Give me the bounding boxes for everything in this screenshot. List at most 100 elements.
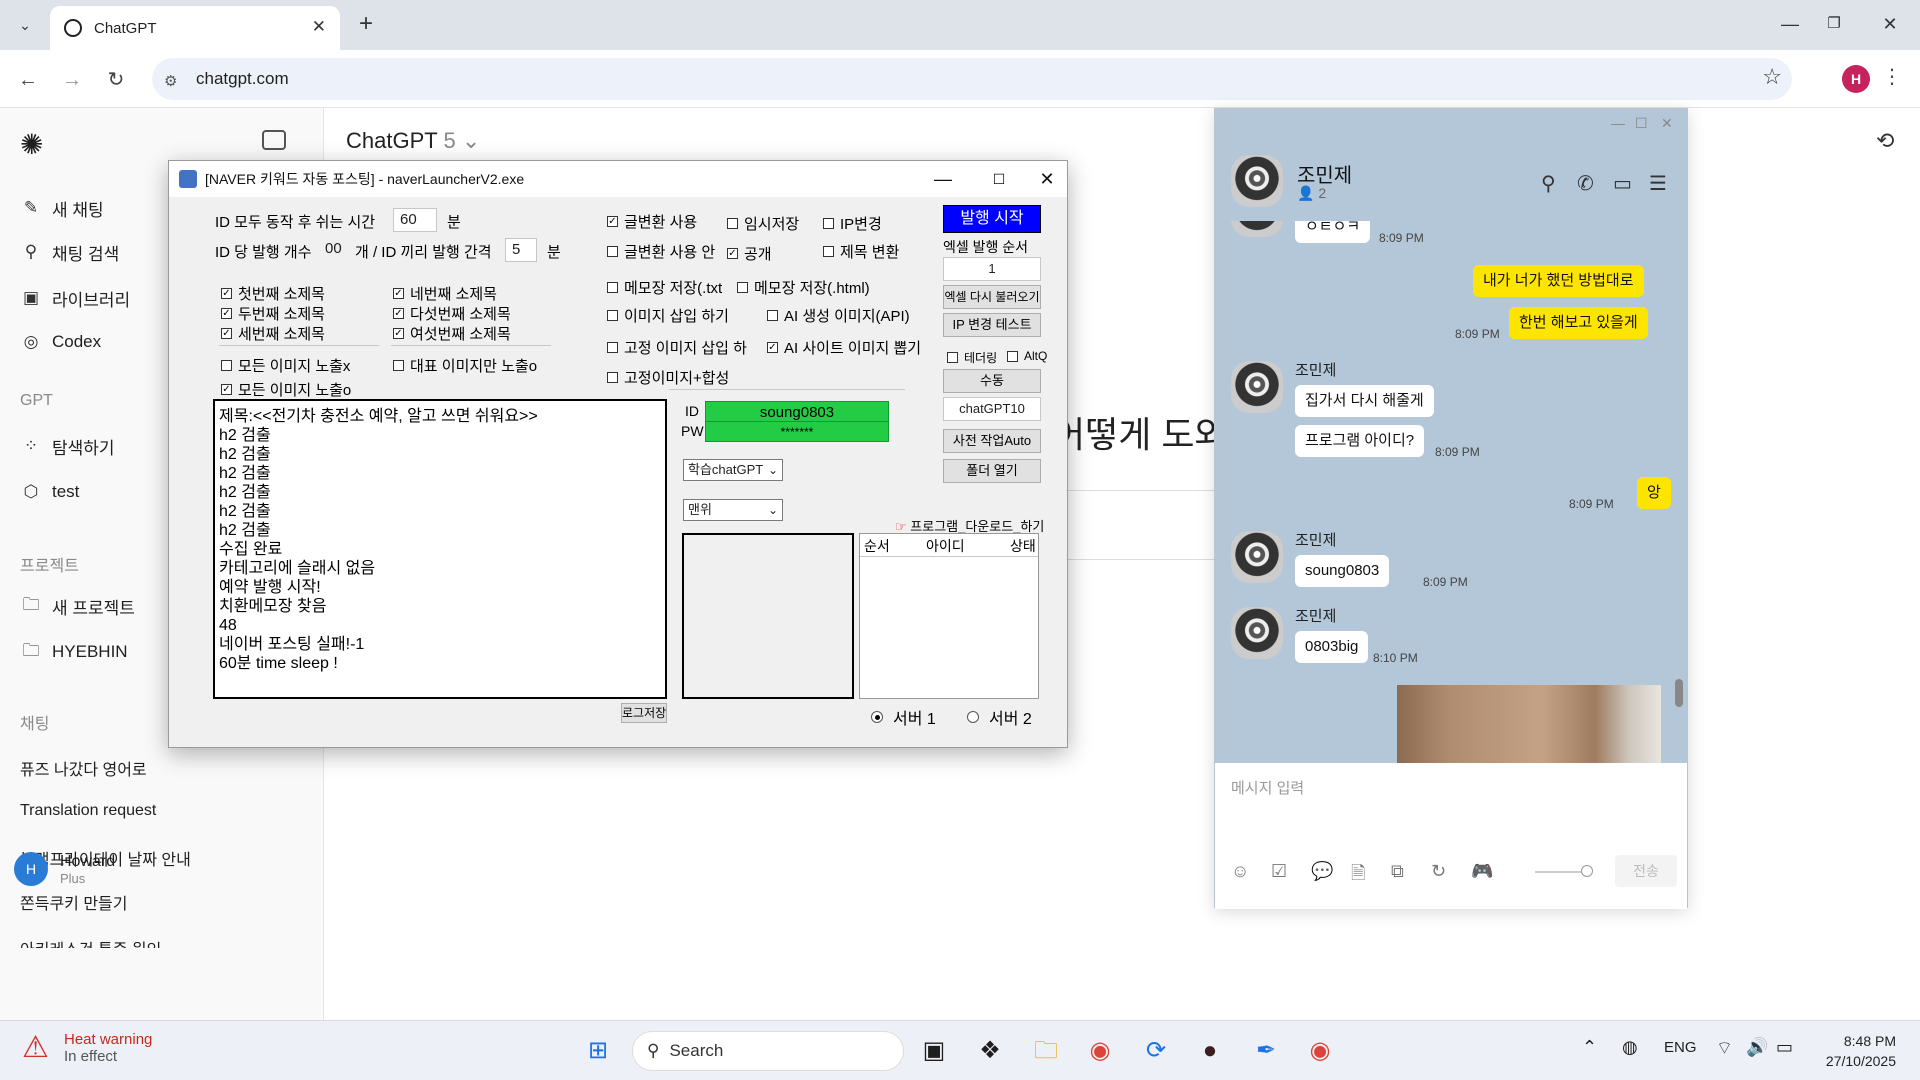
sidebar-toggle-icon[interactable] <box>262 130 286 150</box>
chrome-icon[interactable]: ◉ <box>1084 1035 1116 1067</box>
account-table[interactable]: 순서 아이디 상태 <box>859 533 1039 699</box>
message-bubble[interactable]: 0803big <box>1295 631 1369 663</box>
post-count-input[interactable]: 00 <box>319 238 359 262</box>
excel-reload-button[interactable]: 엑셀 다시 불러오기 <box>943 285 1041 309</box>
launcher-minimize-button[interactable]: — <box>923 165 963 193</box>
search-icon[interactable]: ⚲ <box>1541 171 1556 196</box>
ip-test-button[interactable]: IP 변경 테스트 <box>943 313 1041 337</box>
launcher-close-button[interactable]: ✕ <box>1027 165 1067 193</box>
input-language[interactable]: ENG <box>1664 1039 1697 1056</box>
subtitle-1-checkbox[interactable]: ✓ 첫번째 소제목 <box>221 283 325 304</box>
kakao-maximize-button[interactable]: ☐ <box>1635 115 1648 132</box>
title-convert-checkbox[interactable]: 제목 변환 <box>823 241 899 262</box>
subtitle-3-checkbox[interactable]: ✓ 세번째 소제목 <box>221 323 325 344</box>
subtitle-6-checkbox[interactable]: ✓ 여섯번째 소제목 <box>393 323 511 344</box>
photo-message[interactable] <box>1397 685 1661 763</box>
tray-expand-icon[interactable]: ⌃ <box>1582 1037 1597 1058</box>
restore-window-button[interactable]: ❐ <box>1814 8 1854 40</box>
sidebar-item-codex[interactable]: ◎ Codex <box>20 326 102 358</box>
phone-icon[interactable]: ✆ <box>1577 171 1594 196</box>
text-convert-checkbox[interactable]: ✓ 글변환 사용 <box>607 211 697 232</box>
site-info-icon[interactable]: ⚙ <box>164 72 177 90</box>
sidebar-item-new-chat[interactable]: ✎ 새 채팅 <box>20 192 104 224</box>
message-bubble[interactable]: 집가서 다시 해줄게 <box>1295 385 1434 417</box>
public-checkbox[interactable]: ✓ 공개 <box>727 243 772 264</box>
ai-image-api-checkbox[interactable]: AI 생성 이미지(API) <box>767 305 910 326</box>
id-input[interactable]: soung0803 <box>705 401 889 422</box>
sidebar-item-search-chats[interactable]: ⚲ 채팅 검색 <box>20 236 120 268</box>
manual-button[interactable]: 수동 <box>943 369 1041 393</box>
new-tab-button[interactable]: + <box>352 10 380 38</box>
chat-item[interactable]: 퓨즈 나갔다 영어로 <box>20 756 147 780</box>
chatgpt-field[interactable]: chatGPT10 <box>943 397 1041 421</box>
emoticon-icon[interactable]: ☺ <box>1231 861 1249 882</box>
ip-change-checkbox[interactable]: IP변경 <box>823 213 882 234</box>
rep-image-only-checkbox[interactable]: 대표 이미지만 노출o <box>393 355 537 376</box>
message-list[interactable]: ㅇㅌㅇㅋ 8:09 PM 내가 너가 했던 방법대로 한번 해보고 있을게 8:… <box>1215 221 1687 763</box>
zoom-slider-knob[interactable] <box>1581 865 1593 877</box>
game-icon[interactable]: 🎮 <box>1471 861 1493 882</box>
network-status-icon[interactable]: ◍ <box>1622 1037 1638 1058</box>
browser-tab[interactable]: ChatGPT ✕ <box>50 6 340 50</box>
kakao-minimize-button[interactable]: — <box>1611 115 1625 131</box>
insert-image-checkbox[interactable]: 이미지 삽입 하기 <box>607 305 729 326</box>
checklist-icon[interactable]: ☑ <box>1271 861 1287 882</box>
all-images-hide-checkbox[interactable]: 모든 이미지 노출x <box>221 355 350 376</box>
chat-bubble-icon[interactable]: 💬 <box>1311 861 1333 882</box>
kakaotalk-icon[interactable]: ● <box>1194 1035 1226 1067</box>
chat-avatar[interactable] <box>1231 155 1283 207</box>
task-view-icon[interactable]: ▣ <box>918 1035 950 1067</box>
chat-scrollbar[interactable] <box>1675 679 1683 707</box>
chrome-icon[interactable]: ◉ <box>1304 1035 1336 1067</box>
openai-logo-icon[interactable]: ✺ <box>20 128 43 161</box>
close-window-button[interactable]: ✕ <box>1870 8 1910 40</box>
menu-icon[interactable]: ☰ <box>1649 171 1667 196</box>
my-message-bubble[interactable]: 내가 너가 했던 방법대로 <box>1473 265 1644 297</box>
forward-button[interactable]: → <box>56 64 88 96</box>
my-message-bubble[interactable]: 앙 <box>1637 477 1671 509</box>
zoom-slider-track[interactable] <box>1535 871 1587 873</box>
wifi-icon[interactable]: ⌔ <box>1716 1037 1733 1060</box>
fixed-image-checkbox[interactable]: 고정 이미지 삽입 하 <box>607 337 747 358</box>
weather-widget[interactable]: ⚠ Heat warning In effect <box>22 1031 152 1065</box>
tab-search-button[interactable]: ⌄ <box>10 8 40 42</box>
chat-item[interactable]: Translation request <box>20 802 156 820</box>
video-call-icon[interactable]: ▭ <box>1613 171 1632 196</box>
excel-order-input[interactable]: 1 <box>943 257 1041 281</box>
address-bar[interactable]: chatgpt.com <box>152 58 1792 100</box>
user-account[interactable]: H Howard Plus <box>14 852 115 886</box>
message-bubble[interactable]: 프로그램 아이디? <box>1295 425 1425 457</box>
volume-icon[interactable]: 🔊 <box>1746 1037 1768 1058</box>
ai-site-image-checkbox[interactable]: ✓ AI 사이트 이미지 뽑기 <box>767 337 921 358</box>
subtitle-4-checkbox[interactable]: ✓ 네번째 소제목 <box>393 283 497 304</box>
launcher-maximize-button[interactable]: ☐ <box>979 165 1019 193</box>
log-output[interactable]: 제목:<<전기차 충전소 예약, 알고 쓰면 쉬워요>> h2 검출 h2 검출… <box>213 399 667 699</box>
server2-radio[interactable]: 서버 2 <box>967 705 1032 729</box>
reload-button[interactable]: ↻ <box>100 64 132 96</box>
message-bubble[interactable]: soung0803 <box>1295 555 1390 587</box>
browser-menu-icon[interactable]: ⋮ <box>1882 64 1902 89</box>
temporary-chat-icon[interactable]: ⟲ <box>1876 128 1894 154</box>
pw-input[interactable]: ******* <box>705 421 889 442</box>
minimize-window-button[interactable]: — <box>1770 8 1810 40</box>
altq-checkbox[interactable]: AltQ <box>1007 349 1047 363</box>
temp-save-checkbox[interactable]: 임시저장 <box>727 213 799 234</box>
battery-icon[interactable]: ▭ <box>1776 1037 1793 1058</box>
publish-start-button[interactable]: 발행 시작 <box>943 205 1041 233</box>
pre-auto-button[interactable]: 사전 작업Auto <box>943 429 1041 453</box>
kakao-close-button[interactable]: ✕ <box>1661 115 1673 132</box>
memo-html-checkbox[interactable]: 메모장 저장(.html) <box>737 277 870 298</box>
memo-txt-checkbox[interactable]: 메모장 저장(.txt <box>607 277 722 298</box>
sidebar-item-new-project[interactable]: 🗀 새 프로젝트 <box>20 590 135 622</box>
back-button[interactable]: ← <box>12 64 44 96</box>
crop-icon[interactable]: ⧉ <box>1391 861 1404 882</box>
sidebar-item-test[interactable]: ⬡ test <box>20 476 80 508</box>
message-input[interactable]: 메시지 입력 <box>1231 777 1304 798</box>
sidebar-item-project-hyebhin[interactable]: 🗀 HYEBHIN <box>20 636 128 668</box>
message-input-area[interactable]: 메시지 입력 ☺ ☑ 💬 🗎 ⧉ ↻ 🎮 전송 <box>1215 763 1687 909</box>
file-icon[interactable]: 🗎 <box>1351 861 1365 891</box>
position-combo[interactable]: 맨위 ⌄ <box>683 499 783 521</box>
tethering-checkbox[interactable]: 테더링 <box>947 349 997 366</box>
bookmark-star-icon[interactable]: ☆ <box>1762 64 1782 90</box>
profile-avatar[interactable]: H <box>1842 65 1870 93</box>
